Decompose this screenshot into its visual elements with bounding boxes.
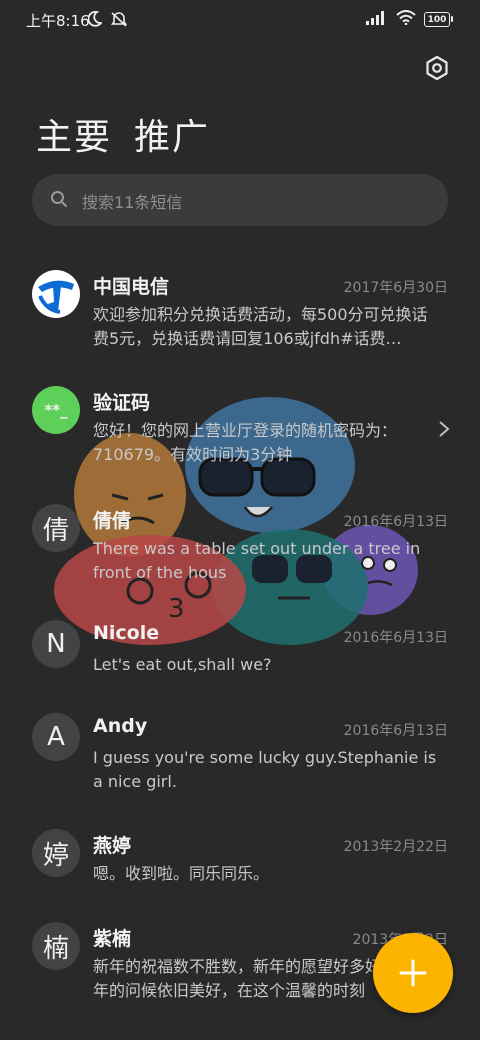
message-preview: I guess you're some lucky guy.Stephanie … [93,748,437,791]
contact-avatar: 婷 [32,829,80,877]
sender-name: Nicole [93,622,160,644]
message-date: 2017年6月30日 [343,280,448,296]
conversation-item[interactable]: N Nicole 2016年6月13日 Let's eat out,shall … [0,620,480,680]
status-bar: 上午8:16 100 [0,0,480,40]
message-date: 2016年6月13日 [343,630,448,646]
wifi-icon [396,10,416,29]
tab-bar: 主要 推广 [36,108,210,160]
message-preview: Let's eat out,shall we? [93,655,272,674]
conversation-item[interactable]: 婷 燕婷 2013年2月22日 嗯。收到啦。同乐同乐。 [0,829,480,889]
sender-name: 中国电信 [93,276,170,298]
tab-promotions[interactable]: 推广 [134,108,210,160]
moon-icon [87,10,103,31]
sender-name: 紫楠 [93,928,132,950]
settings-button[interactable] [424,55,450,81]
message-preview: There was a table set out under a tree i… [93,539,421,582]
message-preview: 您好！您的网上营业厅登录的随机密码为：710679。有效时间为3分钟 [93,421,398,464]
search-icon [50,190,68,212]
message-date: 2016年6月13日 [343,514,448,530]
verification-code-avatar: **_ [32,386,80,434]
plus-icon [399,959,427,987]
conversation-item[interactable]: **_ 验证码 您好！您的网上营业厅登录的随机密码为：710679。有效时间为3… [0,386,480,466]
message-preview: 嗯。收到啦。同乐同乐。 [93,864,270,883]
chevron-right-icon[interactable] [438,420,450,442]
telecom-logo-avatar [32,270,80,318]
mute-icon [110,11,128,31]
conversation-item[interactable]: A Andy 2016年6月13日 I guess you're some lu… [0,713,480,793]
battery-icon: 100 [424,12,453,27]
status-time: 上午8:16 [26,12,90,30]
message-date: 2016年6月13日 [343,723,448,739]
message-preview: 欢迎参加积分兑换话费活动，每500分可兑换话费5元，兑换话费请回复106或jfd… [93,305,428,348]
contact-avatar: A [32,713,80,761]
search-placeholder: 搜索11条短信 [82,193,183,212]
conversation-item[interactable]: 中国电信 2017年6月30日 欢迎参加积分兑换话费活动，每500分可兑换话费5… [0,270,480,360]
contact-avatar: 楠 [32,922,80,970]
sender-name: 验证码 [93,392,151,414]
gear-icon [426,55,448,81]
sender-name: Andy [93,715,148,737]
sender-name: 倩倩 [93,510,132,532]
new-message-button[interactable] [373,933,453,1013]
tab-primary[interactable]: 主要 [36,108,112,160]
signal-icon [366,10,388,29]
conversation-item[interactable]: 倩 倩倩 2016年6月13日 There was a table set ou… [0,504,480,584]
contact-avatar: N [32,620,80,668]
contact-avatar: 倩 [32,504,80,552]
search-bar[interactable]: 搜索11条短信 [32,174,448,226]
sender-name: 燕婷 [93,835,132,857]
message-date: 2013年2月22日 [343,839,448,855]
